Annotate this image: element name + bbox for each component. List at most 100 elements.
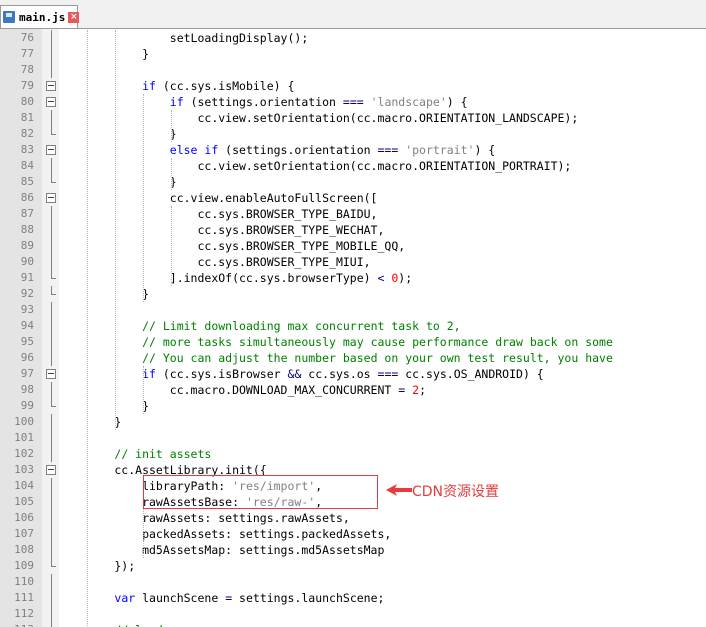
indent-guide xyxy=(171,158,172,190)
comment-token: // Limit downloading max concurrent task… xyxy=(142,319,461,333)
code-token: cc.sys.BROWSER_TYPE_BAIDU, xyxy=(59,207,378,221)
code-line[interactable]: 90 cc.sys.BROWSER_TYPE_MIUI, xyxy=(0,254,706,270)
operator-token: && xyxy=(287,367,302,381)
code-text: cc.view.setOrientation(cc.macro.ORIENTAT… xyxy=(59,110,578,126)
code-line[interactable]: 100 } xyxy=(0,414,706,430)
code-token: } xyxy=(59,175,177,189)
code-line[interactable]: 78 xyxy=(0,62,706,78)
code-token: launchScene xyxy=(135,591,226,605)
code-line[interactable]: 80 if (settings.orientation === 'landsca… xyxy=(0,94,706,110)
number-token: 0 xyxy=(384,271,399,285)
line-number: 85 xyxy=(20,175,34,188)
fold-line xyxy=(51,318,52,334)
comment-token: // You can adjust the number based on yo… xyxy=(142,351,613,365)
code-text: cc.sys.BROWSER_TYPE_MIUI, xyxy=(59,254,370,270)
fold-line xyxy=(51,334,52,350)
fold-line xyxy=(51,542,52,558)
fold-toggle-icon[interactable] xyxy=(46,193,56,203)
line-number: 88 xyxy=(20,223,34,236)
code-line[interactable]: 106 rawAssets: settings.rawAssets, xyxy=(0,510,706,526)
code-text: if (settings.orientation === 'landscape'… xyxy=(59,94,468,110)
code-token: cc.sys.OS_ANDROID) { xyxy=(398,367,544,381)
code-line[interactable]: 94 // Limit downloading max concurrent t… xyxy=(0,318,706,334)
fold-toggle-icon[interactable] xyxy=(46,81,56,91)
code-line[interactable]: 87 cc.sys.BROWSER_TYPE_BAIDU, xyxy=(0,206,706,222)
code-line[interactable]: 77 } xyxy=(0,46,706,62)
code-line[interactable]: 85 } xyxy=(0,174,706,190)
code-token: } xyxy=(59,415,122,429)
keyword-token: if xyxy=(142,79,156,93)
string-token: 'portrait' xyxy=(398,143,475,157)
code-line[interactable]: 112 xyxy=(0,606,706,622)
code-line[interactable]: 108 md5AssetsMap: settings.md5AssetsMap xyxy=(0,542,706,558)
line-number: 106 xyxy=(14,511,34,524)
line-number: 110 xyxy=(14,575,34,588)
code-line[interactable]: 83 else if (settings.orientation === 'po… xyxy=(0,142,706,158)
operator-token: === xyxy=(377,367,399,381)
code-editor[interactable]: 76 setLoadingDisplay(); 77 } 78 79 if (cc.s… xyxy=(0,29,706,627)
code-text: md5AssetsMap: settings.md5AssetsMap xyxy=(59,542,384,558)
fold-line xyxy=(51,606,52,622)
code-line[interactable]: 86 cc.view.enableAutoFullScreen([ xyxy=(0,190,706,206)
code-text: // init assets xyxy=(59,446,211,462)
code-line[interactable]: 102 // init assets xyxy=(0,446,706,462)
line-number: 79 xyxy=(20,79,34,92)
code-text: packedAssets: settings.packedAssets, xyxy=(59,526,391,542)
code-token: cc.view.enableAutoFullScreen([ xyxy=(59,191,378,205)
code-line[interactable]: 76 setLoadingDisplay(); xyxy=(0,30,706,46)
line-number: 81 xyxy=(20,111,34,124)
code-text: // load scene xyxy=(59,622,204,627)
line-number: 105 xyxy=(14,495,34,508)
code-token: }); xyxy=(59,559,136,573)
line-number: 87 xyxy=(20,207,34,220)
code-line[interactable]: 84 cc.view.setOrientation(cc.macro.ORIEN… xyxy=(0,158,706,174)
code-line[interactable]: 113 // load scene xyxy=(0,622,706,627)
code-token: ) { xyxy=(474,143,496,157)
code-line[interactable]: 91 ].indexOf(cc.sys.browserType) < 0); xyxy=(0,270,706,286)
code-token: rawAssets: settings.rawAssets, xyxy=(59,511,350,525)
code-line[interactable]: 96 // You can adjust the number based on… xyxy=(0,350,706,366)
fold-line xyxy=(51,238,52,254)
code-token: (cc.sys.isMobile) { xyxy=(155,79,295,93)
code-token: packedAssets: settings.packedAssets, xyxy=(59,527,392,541)
fold-toggle-icon[interactable] xyxy=(46,97,56,107)
fold-line xyxy=(51,478,52,494)
code-line[interactable]: 93 xyxy=(0,302,706,318)
fold-line xyxy=(51,222,52,238)
code-line[interactable]: 92 } xyxy=(0,286,706,302)
fold-toggle-icon[interactable] xyxy=(46,369,56,379)
fold-line xyxy=(51,622,52,627)
code-line[interactable]: 81 cc.view.setOrientation(cc.macro.ORIEN… xyxy=(0,110,706,126)
code-line[interactable]: 98 cc.macro.DOWNLOAD_MAX_CONCURRENT = 2; xyxy=(0,382,706,398)
code-line[interactable]: 99 } xyxy=(0,398,706,414)
code-line[interactable]: 82 } xyxy=(0,126,706,142)
code-line[interactable]: 89 cc.sys.BROWSER_TYPE_MOBILE_QQ, xyxy=(0,238,706,254)
code-line[interactable]: 107 packedAssets: settings.packedAssets, xyxy=(0,526,706,542)
close-icon[interactable]: × xyxy=(68,11,80,23)
code-line[interactable]: 110 xyxy=(0,574,706,590)
indent-guide xyxy=(171,110,172,142)
code-line[interactable]: 111 var launchScene = settings.launchSce… xyxy=(0,590,706,606)
code-line[interactable]: 97 if (cc.sys.isBrowser && cc.sys.os ===… xyxy=(0,366,706,382)
code-line[interactable]: 79 if (cc.sys.isMobile) { xyxy=(0,78,706,94)
code-text: } xyxy=(59,286,149,302)
code-text: } xyxy=(59,126,177,142)
fold-toggle-icon[interactable] xyxy=(46,465,56,475)
line-number: 91 xyxy=(20,271,34,284)
code-token: } xyxy=(59,287,150,301)
code-text: // Limit downloading max concurrent task… xyxy=(59,318,461,334)
fold-toggle-icon[interactable] xyxy=(46,145,56,155)
code-text: setLoadingDisplay(); xyxy=(59,30,308,46)
code-line[interactable]: 95 // more tasks simultaneously may caus… xyxy=(0,334,706,350)
code-line[interactable]: 101 xyxy=(0,430,706,446)
comment-token: // load scene xyxy=(114,623,204,627)
code-line[interactable]: 88 cc.sys.BROWSER_TYPE_WECHAT, xyxy=(0,222,706,238)
line-number: 107 xyxy=(14,527,34,540)
code-line[interactable]: 109 }); xyxy=(0,558,706,574)
tab-main-js[interactable]: main.js × xyxy=(0,5,80,28)
code-text: rawAssets: settings.rawAssets, xyxy=(59,510,350,526)
code-token: settings.launchScene; xyxy=(232,591,385,605)
line-number: 76 xyxy=(20,31,34,44)
code-text: if (cc.sys.isBrowser && cc.sys.os === cc… xyxy=(59,366,544,382)
